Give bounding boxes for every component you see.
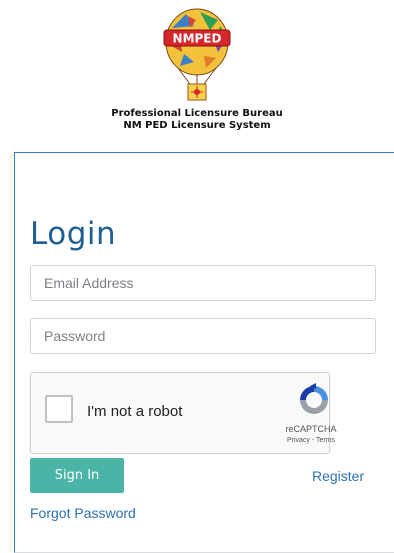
- recaptcha-privacy-link[interactable]: Privacy: [287, 437, 310, 444]
- logo-wordmark: NMPED: [173, 32, 222, 46]
- recaptcha-label: I'm not a robot: [87, 403, 183, 420]
- recaptcha-links: Privacy - Terms: [271, 437, 351, 444]
- forgot-password-link[interactable]: Forgot Password: [30, 505, 136, 521]
- register-link[interactable]: Register: [312, 468, 364, 484]
- password-input[interactable]: [30, 318, 376, 354]
- recaptcha-terms-link[interactable]: Terms: [316, 437, 335, 444]
- recaptcha-icon: [300, 383, 328, 414]
- nmped-balloon-logo: NMPED: [163, 8, 231, 101]
- bureau-name: Professional Licensure Bureau: [111, 108, 283, 119]
- login-title: Login: [30, 216, 117, 252]
- system-name: NM PED Licensure System: [123, 120, 271, 131]
- email-input[interactable]: [30, 265, 376, 301]
- recaptcha-brand: reCAPTCHA: [285, 424, 337, 434]
- sign-in-button[interactable]: Sign In: [30, 458, 124, 493]
- recaptcha-widget: I'm not a robot reCAPTCHA Privacy - Term…: [30, 372, 337, 454]
- recaptcha-checkbox[interactable]: [45, 395, 73, 423]
